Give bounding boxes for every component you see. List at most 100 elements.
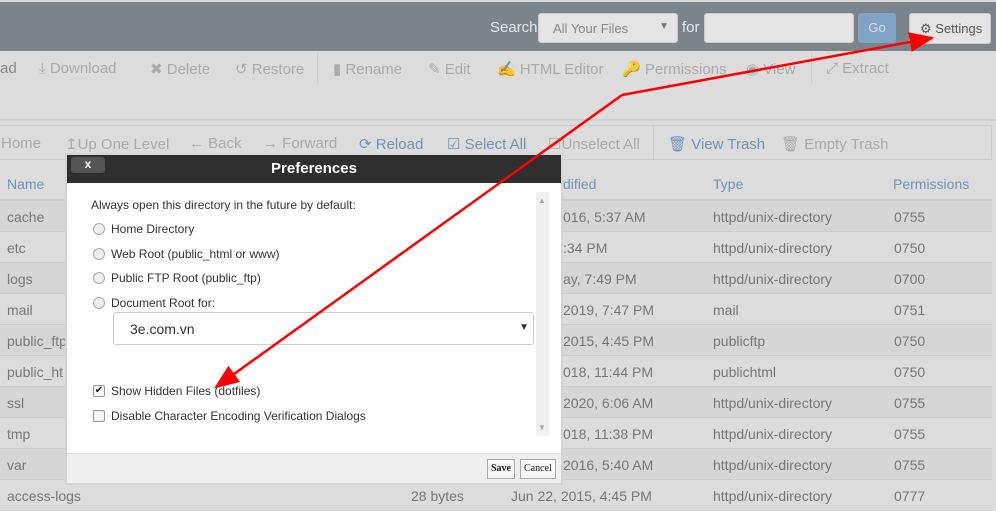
cell-name: public_ftp — [7, 333, 67, 349]
view-trash-label: View Trash — [691, 136, 766, 153]
search-scope-select[interactable]: All Your Files ▼ — [538, 13, 678, 43]
dialog-body: Always open this directory in the future… — [67, 183, 561, 455]
show-hidden-checkbox[interactable]: ✔ — [93, 385, 105, 397]
dialog-title: Preferences — [271, 160, 357, 177]
empty-trash-button[interactable]: 🗑 Empty Trash — [781, 135, 888, 153]
home-button[interactable]: Home — [1, 135, 41, 152]
option-label: Public FTP Root (public_ftp) — [111, 271, 261, 285]
cell-modified: 016, 5:37 AM — [563, 209, 646, 225]
cell-type: httpd/unix-directory — [713, 209, 833, 225]
cell-perms: 0777 — [894, 488, 926, 504]
select-all-button[interactable]: ☑ Select All — [447, 135, 526, 153]
cell-name: public_ht — [7, 364, 64, 380]
view-trash-button[interactable]: 🗑 View Trash — [668, 135, 765, 153]
cell-type: publicftp — [713, 333, 766, 349]
cell-modified: 2020, 6:06 AM — [563, 395, 654, 411]
restore-button[interactable]: ↺ Restore — [235, 60, 304, 78]
edit-button[interactable]: ✎ Edit — [428, 60, 471, 78]
select-all-label: Select All — [464, 136, 527, 153]
download-button[interactable]: ⤓ Download — [39, 60, 117, 77]
extract-label: Extract — [842, 60, 889, 77]
edit-label: Edit — [444, 61, 471, 78]
divider — [317, 53, 318, 83]
cell-modified: 018, 11:44 PM — [563, 364, 654, 380]
scroll-up-icon[interactable]: ▲ — [538, 196, 546, 205]
cell-type: publichtml — [713, 364, 777, 380]
radio-web-root[interactable] — [93, 248, 105, 260]
search-input[interactable] — [704, 13, 854, 43]
caret-down-icon: ▼ — [519, 322, 529, 333]
close-button[interactable]: x — [71, 157, 105, 173]
intro-text: Always open this directory in the future… — [91, 198, 356, 212]
col-modified[interactable]: dified — [563, 176, 596, 192]
upload-button[interactable]: ad — [0, 60, 17, 77]
file-toolbar: ad ⤓ Download ✖ Delete ↺ Restore ▮ Renam… — [0, 51, 996, 121]
radio-home-directory[interactable] — [93, 223, 105, 235]
cell-name: ssl — [7, 395, 25, 411]
delete-button[interactable]: ✖ Delete — [150, 60, 210, 78]
cell-type: httpd/unix-directory — [713, 457, 833, 473]
cancel-button[interactable]: Cancel — [520, 459, 556, 479]
cell-modified: :34 PM — [563, 240, 608, 256]
for-label: for — [682, 19, 700, 36]
cell-name: etc — [7, 240, 26, 256]
domain-select[interactable]: 3e.com.vn ▼ — [113, 312, 534, 345]
reload-button[interactable]: ⟳ Reload — [359, 135, 423, 153]
cell-perms: 0755 — [894, 457, 926, 473]
cell-type: httpd/unix-directory — [713, 240, 833, 256]
cell-modified: 018, 11:38 PM — [563, 426, 654, 442]
back-label: Back — [208, 135, 242, 152]
cell-name: cache — [7, 209, 45, 225]
cell-perms: 0750 — [894, 240, 926, 256]
disable-encoding-label: Disable Character Encoding Verification … — [111, 409, 366, 423]
disable-encoding-checkbox[interactable] — [93, 410, 105, 422]
up-one-level-button[interactable]: ↥Up One Level — [65, 135, 169, 153]
reload-label: Reload — [375, 136, 424, 153]
settings-label: Settings — [935, 21, 983, 36]
download-label: Download — [49, 60, 117, 77]
html-editor-button[interactable]: ✍ HTML Editor — [497, 60, 604, 78]
html-editor-label: HTML Editor — [519, 61, 604, 78]
permissions-button[interactable]: 🔑 Permissions — [622, 60, 727, 78]
cell-perms: 0755 — [894, 395, 926, 411]
up-label: Up One Level — [77, 136, 170, 153]
view-label: View — [763, 61, 796, 78]
cell-modified: Jun 22, 2015, 4:45 PM — [511, 488, 652, 504]
cell-name: tmp — [7, 426, 31, 442]
go-button[interactable]: Go — [858, 13, 896, 43]
search-label: Search — [490, 19, 538, 36]
col-name[interactable]: Name — [7, 176, 44, 192]
caret-down-icon: ▼ — [659, 21, 669, 32]
cell-type: httpd/unix-directory — [713, 488, 833, 504]
cell-name: mail — [7, 302, 33, 318]
cell-perms: 0700 — [894, 271, 926, 287]
back-button[interactable]: ← Back — [189, 135, 242, 152]
radio-document-root[interactable] — [93, 297, 105, 309]
rename-button[interactable]: ▮ Rename — [333, 60, 402, 78]
permissions-label: Permissions — [644, 61, 727, 78]
domain-value: 3e.com.vn — [130, 321, 195, 337]
view-button[interactable]: ◉ View — [746, 60, 796, 78]
gear-icon: ⚙ — [920, 21, 932, 36]
cell-perms: 0755 — [894, 209, 926, 225]
extract-button[interactable]: ⤢ Extract — [826, 60, 889, 77]
unselect-all-button[interactable]: ☐Unselect All — [548, 135, 640, 153]
forward-button[interactable]: → Forward — [263, 135, 337, 152]
save-button[interactable]: Save — [487, 459, 515, 479]
dialog-title-bar: x Preferences — [67, 155, 561, 183]
settings-button[interactable]: ⚙ Settings — [909, 13, 991, 44]
col-permissions[interactable]: Permissions — [893, 176, 969, 192]
restore-label: Restore — [251, 61, 305, 78]
col-type[interactable]: Type — [713, 176, 743, 192]
cell-perms: 0750 — [894, 364, 926, 380]
cell-perms: 0750 — [894, 333, 926, 349]
cell-name: var — [7, 457, 27, 473]
delete-label: Delete — [166, 61, 211, 78]
preferences-dialog: x Preferences Always open this directory… — [65, 153, 563, 485]
radio-public-ftp-root[interactable] — [93, 272, 105, 284]
cell-modified: 2015, 4:45 PM — [563, 333, 655, 349]
cell-type: mail — [713, 302, 739, 318]
scrollbar[interactable]: ▲ ▼ — [536, 192, 549, 436]
scroll-down-icon[interactable]: ▼ — [538, 423, 546, 432]
cell-size: 28 bytes — [411, 488, 464, 504]
